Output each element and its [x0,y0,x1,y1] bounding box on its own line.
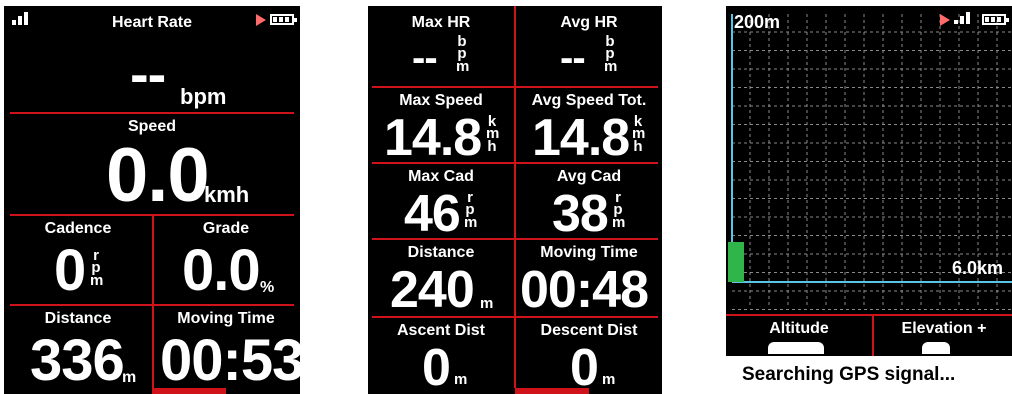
heart-rate-screen: Heart Rate -- bpm Speed 0.0 kmh Cadence … [4,6,300,394]
ascent-dist-value: 0 [422,339,451,394]
cadence-label: Cadence [44,220,112,237]
max-cad-unit: r p m [464,189,478,231]
avg-speed-unit: k m h [632,113,646,155]
avg-hr-label: Avg HR [560,14,618,31]
cadence-value: 0 [54,238,86,303]
moving-time-label: Moving Time [540,244,638,261]
grade-unit: % [260,279,275,296]
divider [726,314,1012,316]
divider [10,304,294,306]
page-indicator [368,388,662,394]
speed-unit: kmh [204,182,250,207]
signal-bars-icon [12,12,28,25]
play-icon [940,14,950,26]
avg-cad-unit: r p m [612,189,626,231]
divider [372,238,658,240]
moving-time-value: 00:53 [160,328,300,393]
distance-unit: m [480,295,494,312]
moving-time-value: 00:48 [520,261,649,319]
gps-status-message[interactable]: Searching GPS signal... [726,356,1012,394]
grade-value: 0.0 [182,238,261,303]
max-hr-value: -- [412,36,438,80]
avg-speed-value: 14.8 [532,109,630,167]
heart-rate-unit: bpm [180,84,227,109]
divider [372,162,658,164]
grade-label: Grade [202,220,250,237]
page-title: Heart Rate [111,14,193,31]
signal-bars-icon [954,12,970,24]
divider [152,214,154,390]
heart-rate-value: -- [130,42,166,105]
max-speed-unit: k m h [486,113,500,155]
descent-dist-unit: m [602,371,616,388]
divider [372,86,658,88]
battery-icon [982,14,1009,25]
divider [372,316,658,318]
max-speed-label: Max Speed [399,92,483,109]
stats-screen: Max HR -- b p m Avg HR -- b p m Max Spee… [368,6,662,394]
altitude-label: Altitude [769,320,829,337]
moving-time-label: Moving Time [177,310,275,327]
page-indicator [4,388,300,394]
elevation-gain-label: Elevation + [901,320,987,337]
cadence-unit: r p m [90,247,104,289]
distance-value: 336 [30,328,125,393]
speed-value: 0.0 [106,133,210,218]
avg-hr-value: -- [560,36,586,80]
distance-scale-right: 6.0km [952,258,1004,278]
avg-speed-label: Avg Speed Tot. [531,92,647,109]
distance-unit: m [122,369,137,386]
max-hr-label: Max HR [411,14,471,31]
ascent-dist-label: Ascent Dist [396,322,486,339]
max-cad-value: 46 [404,185,461,243]
battery-icon [270,14,297,25]
play-icon [256,14,266,26]
ascent-dist-unit: m [454,371,468,388]
max-hr-unit: b p m [456,33,470,75]
divider [10,112,294,114]
descent-dist-label: Descent Dist [540,322,638,339]
distance-label: Distance [407,244,475,261]
altitude-scale-zero: 0 [734,258,745,278]
elevation-gain-value-partial [922,342,950,354]
altitude-screen: 200m 0 6.0km Altitude Elevation + Search… [726,6,1012,394]
altitude-value-partial [768,342,824,354]
distance-value: 240 [390,261,475,319]
max-cad-label: Max Cad [408,168,474,185]
altitude-scale-top: 200m [734,12,781,32]
max-speed-value: 14.8 [384,109,482,167]
avg-hr-unit: b p m [604,33,618,75]
distance-label: Distance [44,310,112,327]
avg-cad-label: Avg Cad [556,168,622,185]
avg-cad-value: 38 [552,185,609,243]
descent-dist-value: 0 [570,339,599,394]
